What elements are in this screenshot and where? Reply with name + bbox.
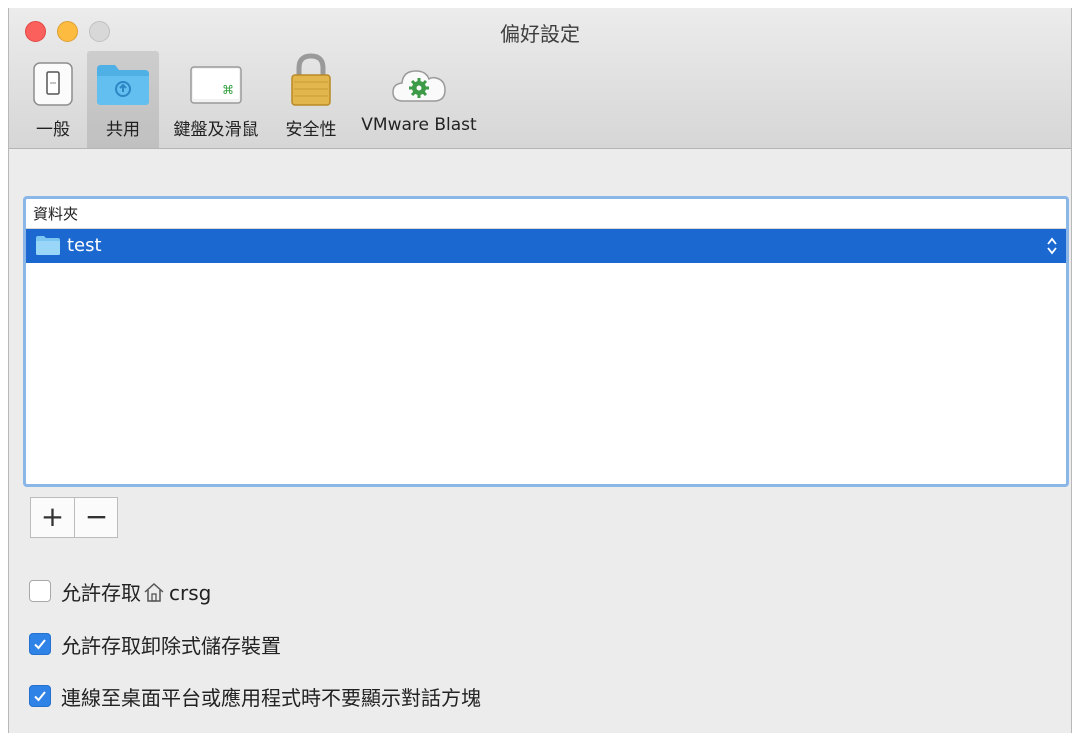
- cloud-gear-icon: [351, 61, 487, 109]
- home-icon: [143, 581, 165, 608]
- window-title: 偏好設定: [500, 22, 580, 46]
- toolbar-item-sharing[interactable]: 共用: [87, 51, 159, 148]
- toolbar-item-general[interactable]: 一般: [21, 51, 85, 148]
- folder-name: test: [67, 235, 102, 256]
- switch-icon: [21, 61, 85, 109]
- toolbar-item-keyboard-mouse[interactable]: ⌘ 鍵盤及滑鼠: [162, 51, 270, 148]
- folder-icon: [36, 236, 60, 259]
- toolbar-label-security: 安全性: [285, 120, 337, 140]
- allow-removable-storage-label: 允許存取卸除式儲存裝置: [61, 634, 281, 658]
- toolbar-label-sharing: 共用: [106, 120, 140, 140]
- toolbar-label-general: 一般: [36, 120, 70, 140]
- keyboard-command-icon: ⌘: [162, 61, 270, 109]
- add-folder-button[interactable]: +: [31, 498, 75, 537]
- remove-folder-button[interactable]: −: [75, 498, 118, 537]
- stepper-arrows-icon[interactable]: [1046, 236, 1058, 260]
- add-remove-buttons: + −: [30, 497, 118, 538]
- sharing-pane: 資料夾 test + − 允許存取 crsg 允許存取卸除式儲存裝置 連線至桌面…: [9, 149, 1071, 733]
- suppress-dialog-checkbox[interactable]: [29, 685, 51, 707]
- home-user-name: crsg: [169, 581, 212, 605]
- list-column-header-folder[interactable]: 資料夾: [26, 199, 1066, 229]
- padlock-icon: [274, 53, 348, 109]
- shared-folders-list[interactable]: 資料夾 test: [23, 196, 1069, 487]
- toolbar-label-vmware-blast: VMware Blast: [361, 115, 477, 135]
- preferences-window: 偏好設定 一般 共用 ⌘ 鍵盤及滑鼠 安全性 VMware Blast 資料夾 …: [8, 8, 1072, 733]
- checkmark-icon: [34, 691, 46, 702]
- toolbar-item-vmware-blast[interactable]: VMware Blast: [351, 51, 487, 148]
- allow-removable-storage-checkbox[interactable]: [29, 633, 51, 655]
- titlebar-toolbar: 偏好設定 一般 共用 ⌘ 鍵盤及滑鼠 安全性 VMware Blast: [9, 8, 1071, 149]
- toolbar-label-keyboard-mouse: 鍵盤及滑鼠: [173, 120, 259, 140]
- checkmark-icon: [34, 639, 46, 650]
- allow-home-access-checkbox[interactable]: [29, 580, 51, 602]
- allow-home-access-label: 允許存取: [61, 581, 141, 605]
- suppress-dialog-label: 連線至桌面平台或應用程式時不要顯示對話方塊: [61, 686, 481, 710]
- svg-text:⌘: ⌘: [222, 83, 234, 97]
- toolbar-item-security[interactable]: 安全性: [274, 51, 348, 148]
- folder-row-test[interactable]: test: [26, 229, 1066, 263]
- shared-folder-icon: [87, 61, 159, 109]
